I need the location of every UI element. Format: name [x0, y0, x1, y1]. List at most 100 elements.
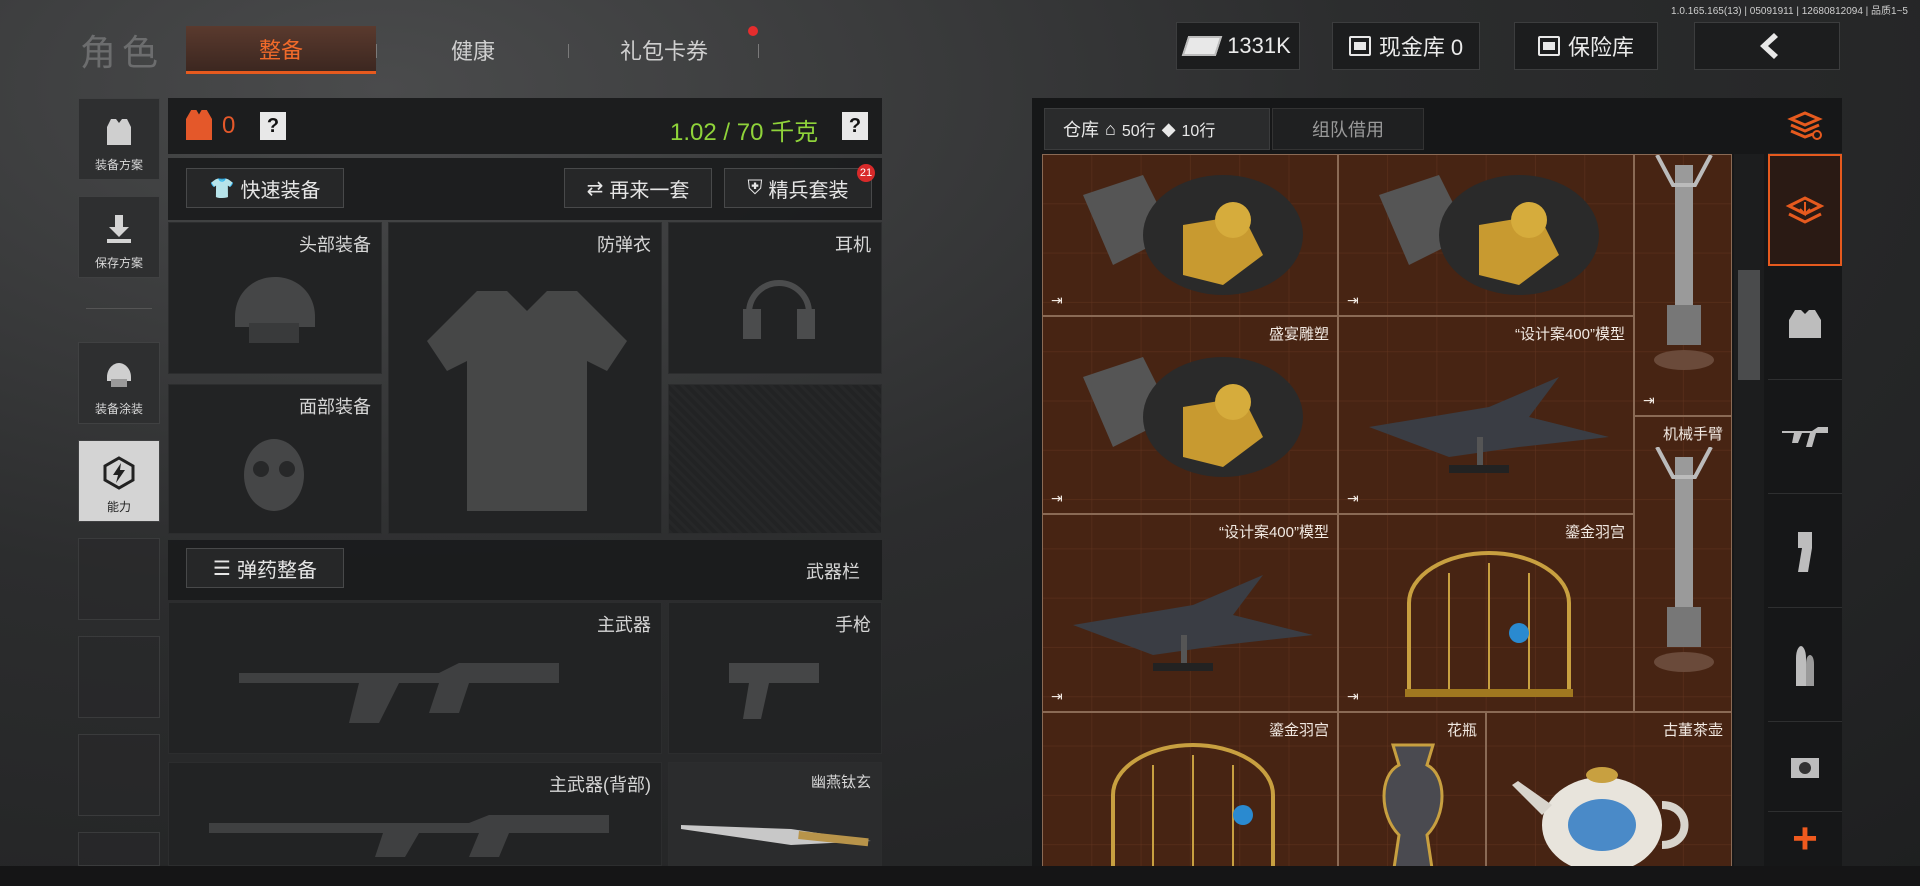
sidebar-item-label: 装备方案	[94, 158, 143, 172]
warehouse-scrollbar[interactable]	[1734, 154, 1764, 886]
shield-icon: ⛨	[747, 176, 763, 199]
slot-vest[interactable]: 防弹衣	[388, 222, 662, 534]
slot-headset[interactable]: 耳机	[668, 222, 882, 374]
filter-bullets-button[interactable]	[1768, 610, 1842, 722]
tab-team-borrow[interactable]: 组队借用	[1272, 108, 1424, 150]
tag-icon: ◆	[1161, 118, 1176, 139]
inventory-item[interactable]: 机械手臂	[1634, 416, 1732, 712]
sculpture-icon	[1083, 357, 1303, 477]
inventory-item[interactable]: ⇥	[1042, 154, 1338, 316]
scrollbar-thumb[interactable]	[1738, 270, 1760, 380]
quick-equip-button[interactable]: 👕 快速装备	[186, 168, 344, 208]
item-name: “设计案400”模型	[1514, 326, 1625, 343]
stack-download-icon	[1785, 196, 1825, 224]
knife-icon	[681, 825, 871, 847]
back-arrow-icon	[1760, 33, 1778, 59]
add-button[interactable]: +	[1768, 812, 1842, 866]
helmet-skin-icon	[102, 358, 136, 392]
elite-set-button[interactable]: ⛨ 精兵套装	[724, 168, 872, 208]
page-title: 角色	[80, 32, 165, 73]
slot-head-label: 头部装备	[299, 235, 371, 255]
filter-vest-button[interactable]	[1768, 268, 1842, 380]
slot-primary-back-label: 主武器(背部)	[549, 775, 651, 795]
slot-melee-label: 幽燕钛玄	[810, 774, 871, 791]
sidebar-item-save[interactable]: 保存方案	[78, 196, 160, 278]
sidebar-item-label: 保存方案	[94, 256, 143, 270]
ability-icon	[102, 456, 136, 490]
pistol-icon	[729, 663, 819, 719]
cash-icon	[1181, 36, 1223, 56]
mech-arm-icon	[1654, 447, 1714, 672]
sidebar-item-skin[interactable]: 装备涂装	[78, 342, 160, 424]
inventory-item[interactable]: ⇥	[1634, 154, 1732, 416]
inventory-item[interactable]: “设计案400”模型 ⇥	[1338, 316, 1634, 514]
scope-filter-icon	[1791, 757, 1819, 778]
inventory-item[interactable]: 盛宴雕塑 ⇥	[1042, 316, 1338, 514]
home-icon: ⌂	[1105, 118, 1116, 139]
tab-equip[interactable]: 整备	[186, 26, 376, 74]
inventory-item[interactable]: 花瓶	[1338, 712, 1486, 886]
inventory-item[interactable]: 鎏金羽宫 ⇥	[1338, 514, 1634, 712]
rows-b: 10行	[1181, 123, 1216, 140]
back-button[interactable]	[1694, 22, 1840, 70]
weight-help-icon[interactable]: ?	[842, 112, 868, 140]
weight-value: 1.02 / 70 千克	[670, 119, 819, 146]
stack-download-button[interactable]	[1768, 154, 1842, 266]
slot-primary-label: 主武器	[597, 615, 651, 635]
slot-primary[interactable]: 主武器	[168, 602, 662, 754]
inventory-item[interactable]: ⇥	[1338, 154, 1634, 316]
tab-separator	[568, 44, 569, 58]
item-name: 古董茶壶	[1662, 722, 1723, 739]
filter-rifle-button[interactable]	[1768, 382, 1842, 494]
slot-pistol[interactable]: 手枪	[668, 602, 882, 754]
slot-face-label: 面部装备	[299, 397, 371, 417]
headset-icon	[743, 280, 815, 339]
safe-vault-button[interactable]: 保险库	[1514, 22, 1658, 70]
ammo-button[interactable]: ☰ 弹药整备	[186, 548, 344, 588]
slot-melee[interactable]: 幽燕钛玄	[668, 762, 882, 866]
birdcage-icon	[1111, 743, 1275, 885]
item-name: 鎏金羽宫	[1564, 524, 1625, 541]
inventory-item[interactable]: 鎏金羽宫	[1042, 712, 1338, 886]
tab-separator	[758, 44, 759, 58]
currency-value: 1331K	[1227, 33, 1291, 58]
refresh-icon: ⇄	[586, 177, 604, 200]
sidebar-item-ability[interactable]: 能力	[78, 440, 160, 522]
tab-gift[interactable]: 礼包卡券	[570, 26, 758, 74]
safe-vault-label: 保险库	[1567, 35, 1634, 60]
cash-vault-icon	[1348, 36, 1371, 56]
sidebar-empty-slot	[78, 538, 160, 620]
slot-head[interactable]: 头部装备	[168, 222, 382, 374]
tab-equip-label: 整备	[258, 37, 303, 63]
rifle-filter-icon	[1782, 426, 1828, 447]
item-move-icon: ⇥	[1051, 292, 1063, 308]
slot-face[interactable]: 面部装备	[168, 384, 382, 534]
rifle-back-icon	[209, 815, 609, 857]
vest-icon	[102, 114, 136, 148]
help-icon[interactable]: ?	[260, 112, 286, 140]
stack-refresh-button[interactable]	[1768, 98, 1842, 154]
inventory-item[interactable]: 古董茶壶	[1486, 712, 1732, 886]
again-button[interactable]: ⇄ 再来一套	[564, 168, 712, 208]
sidebar-divider	[86, 308, 152, 309]
inventory-item[interactable]: “设计案400”模型 ⇥	[1042, 514, 1338, 712]
slot-headset-label: 耳机	[835, 235, 871, 255]
plus-icon: +	[1792, 814, 1818, 863]
warehouse-grid: ⇥ ⇥ ⇥ 盛宴雕塑 ⇥ “设计案400”模型 ⇥ 机械手臂 “设计案400”模…	[1042, 154, 1732, 886]
tab-health[interactable]: 健康	[378, 26, 568, 74]
cash-vault-button[interactable]: 现金库 0	[1332, 22, 1480, 70]
tab-team-label: 组队借用	[1312, 120, 1384, 140]
slot-primary-back[interactable]: 主武器(背部)	[168, 762, 662, 866]
tab-separator	[376, 44, 377, 58]
filter-scope-button[interactable]	[1768, 724, 1842, 812]
filter-magazine-button[interactable]	[1768, 496, 1842, 608]
tab-gift-label: 礼包卡券	[619, 39, 708, 64]
currency-display[interactable]: 1331K	[1176, 22, 1300, 70]
tab-warehouse-label: 仓库	[1063, 120, 1099, 140]
item-move-icon: ⇥	[1051, 688, 1063, 704]
tab-warehouse[interactable]: 仓库 ⌂ 50行 ◆ 10行	[1044, 108, 1270, 150]
slot-vest-label: 防弹衣	[597, 235, 651, 255]
sidebar-item-label: 装备涂装	[94, 402, 143, 416]
sidebar-item-loadout[interactable]: 装备方案	[78, 98, 160, 180]
weapon-bar-label: 武器栏	[806, 562, 860, 582]
